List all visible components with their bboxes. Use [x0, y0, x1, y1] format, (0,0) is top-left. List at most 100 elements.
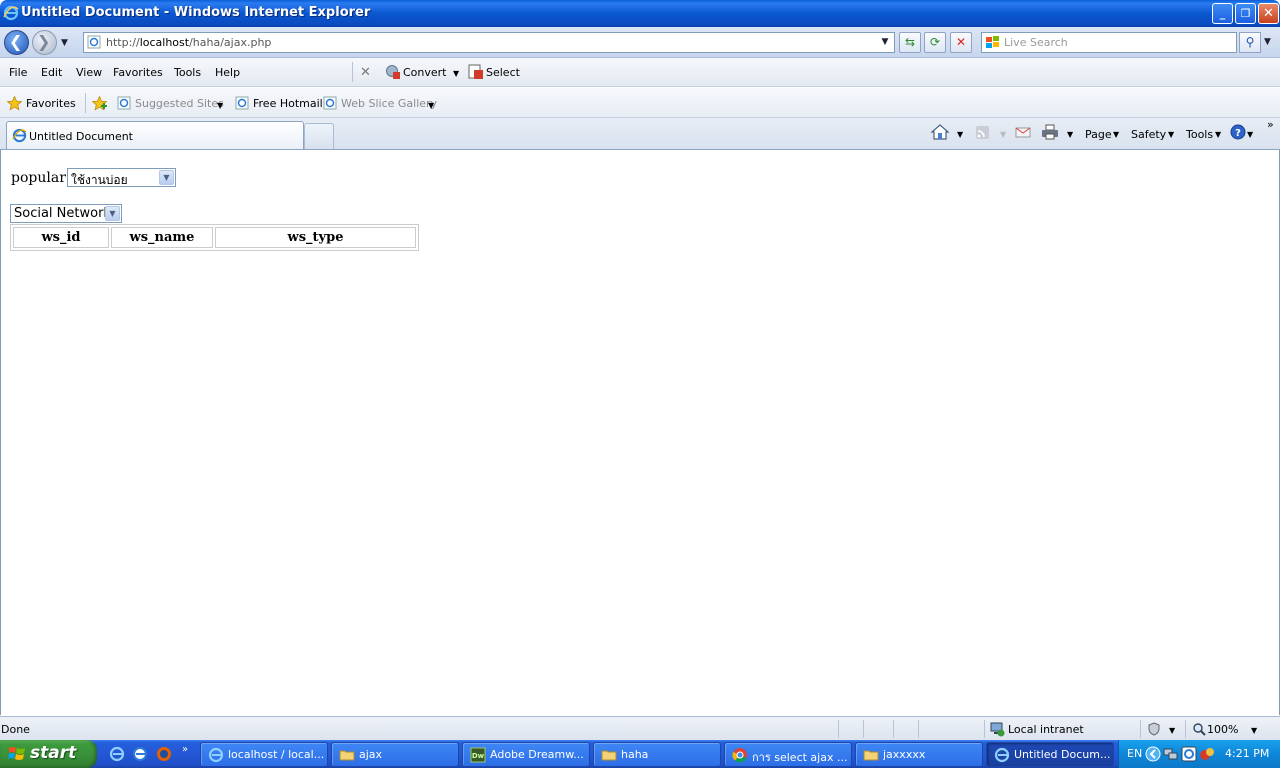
search-button[interactable]: ⚲ [1239, 32, 1261, 53]
convert-icon [386, 65, 400, 79]
page-icon [87, 35, 101, 49]
address-dropdown-icon[interactable]: ▼ [877, 34, 893, 51]
dreamweaver-icon: Dw [470, 747, 486, 763]
tray-collapse-icon[interactable] [1145, 746, 1161, 762]
popular-label: popular : [11, 170, 76, 186]
menu-view[interactable]: View [76, 66, 102, 79]
taskbar: start » localhost / local... ajax Dw Ado… [0, 740, 1280, 768]
home-dropdown-icon[interactable]: ▼ [957, 130, 963, 139]
menu-edit[interactable]: Edit [41, 66, 62, 79]
menu-file[interactable]: File [9, 66, 27, 79]
network-icon[interactable] [1163, 746, 1179, 762]
convert-button[interactable]: Convert [403, 66, 447, 79]
home-icon[interactable] [930, 123, 950, 141]
taskbar-item-label: haha [621, 748, 649, 761]
taskbar-item-haha[interactable]: haha [593, 742, 721, 767]
convert-dropdown-icon[interactable]: ▼ [453, 69, 459, 78]
taskbar-item-chrome[interactable]: การ select ajax ... [724, 742, 852, 767]
taskbar-item-untitled-document[interactable]: Untitled Docum... [986, 742, 1114, 767]
forward-button[interactable]: ❯ [32, 30, 57, 55]
window-title: Untitled Document - Windows Internet Exp… [21, 5, 371, 20]
live-search-icon [986, 36, 999, 48]
recent-pages-dropdown-icon[interactable]: ▼ [61, 38, 68, 48]
ie-icon [994, 747, 1010, 763]
suggested-sites-link[interactable]: Suggested Sites [135, 97, 224, 110]
column-header-ws-type: ws_type [215, 227, 416, 248]
menu-favorites[interactable]: Favorites [113, 66, 163, 79]
security-zone[interactable]: Local intranet [1008, 723, 1084, 736]
back-arrow-icon: ❮ [9, 32, 23, 51]
protected-mode-dropdown-icon[interactable]: ▼ [1169, 726, 1175, 735]
new-tab-button[interactable] [304, 123, 334, 149]
divider [893, 720, 894, 738]
feeds-icon[interactable] [973, 123, 993, 141]
firefox-icon[interactable] [156, 746, 172, 762]
divider [838, 720, 839, 738]
print-icon[interactable] [1040, 123, 1060, 141]
print-dropdown-icon[interactable]: ▼ [1067, 130, 1073, 139]
compatibility-view-icon[interactable]: ⇆ [899, 32, 921, 53]
help-icon[interactable]: ? [1228, 123, 1248, 141]
search-options-dropdown-icon[interactable]: ▼ [1264, 37, 1271, 47]
favorites-button[interactable]: Favorites [26, 97, 76, 110]
divider [85, 93, 86, 113]
language-indicator[interactable]: EN [1127, 747, 1142, 760]
ie-icon [12, 128, 27, 143]
taskbar-item-dreamweaver[interactable]: Dw Adobe Dreamw... [462, 742, 590, 767]
ie-icon [3, 5, 19, 21]
address-bar[interactable]: http://localhost/haha/ajax.php ▼ [83, 32, 895, 53]
help-dropdown-icon[interactable]: ▼ [1247, 130, 1253, 139]
zoom-dropdown-icon[interactable]: ▼ [1251, 726, 1257, 735]
column-header-ws-id: ws_id [13, 227, 109, 248]
tools-menu-button[interactable]: Tools [1186, 128, 1213, 141]
minimize-button[interactable]: _ [1212, 3, 1233, 24]
zoom-level[interactable]: 100% [1207, 723, 1238, 736]
clock: 4:21 PM [1225, 747, 1270, 760]
stop-icon[interactable]: ✕ [950, 32, 972, 53]
taskbar-item-ajax[interactable]: ajax [331, 742, 459, 767]
refresh-icon[interactable]: ⟳ [924, 32, 946, 53]
quicklaunch-more-icon[interactable]: » [182, 744, 188, 755]
menu-help[interactable]: Help [215, 66, 240, 79]
protected-mode-icon[interactable] [1147, 722, 1161, 736]
page-dropdown-icon[interactable]: ▼ [1113, 130, 1119, 139]
local-intranet-icon [990, 722, 1005, 737]
suggested-sites-dropdown-icon[interactable]: ▼ [217, 101, 223, 110]
ie-quicklaunch-icon-2[interactable] [132, 746, 148, 762]
mail-icon[interactable] [1013, 123, 1033, 141]
divider [984, 720, 985, 738]
taskbar-item-jaxxxxx[interactable]: jaxxxxx [855, 742, 983, 767]
tab-untitled-document[interactable]: Untitled Document [6, 121, 304, 149]
category-select[interactable]: Social Network ▼ [10, 204, 122, 223]
maximize-button[interactable]: ❐ [1235, 3, 1256, 24]
safety-dropdown-icon[interactable]: ▼ [1168, 130, 1174, 139]
feeds-dropdown-icon[interactable]: ▼ [1000, 130, 1006, 139]
taskbar-item-localhost[interactable]: localhost / local... [200, 742, 328, 767]
menu-tools[interactable]: Tools [174, 66, 201, 79]
web-slice-dropdown-icon[interactable]: ▼ [428, 101, 434, 110]
power-icon[interactable] [1181, 746, 1197, 762]
back-button[interactable]: ❮ [4, 30, 29, 55]
web-slice-gallery-link[interactable]: Web Slice Gallery [341, 97, 437, 110]
zoom-icon[interactable] [1192, 722, 1206, 736]
ie-quicklaunch-icon[interactable] [109, 746, 125, 762]
close-toolbar-icon[interactable]: ✕ [360, 65, 371, 80]
more-chevron-icon[interactable]: » [1267, 118, 1274, 131]
add-to-favorites-icon[interactable] [92, 96, 108, 111]
popular-select[interactable]: ใช้งานบ่อย ▼ [67, 168, 176, 187]
safety-menu-button[interactable]: Safety [1131, 128, 1166, 141]
page-menu-button[interactable]: Page [1085, 128, 1112, 141]
start-button[interactable]: start [0, 740, 97, 768]
taskbar-item-label: jaxxxxx [883, 748, 926, 761]
search-box[interactable]: Live Search [981, 32, 1237, 53]
column-header-ws-name: ws_name [111, 227, 213, 248]
ie-icon [208, 747, 224, 763]
system-tray: EN 4:21 PM [1118, 740, 1280, 768]
security-alert-icon[interactable] [1199, 746, 1215, 762]
free-hotmail-link[interactable]: Free Hotmail [253, 97, 323, 110]
menu-bar: File Edit View Favorites Tools Help ✕ Co… [0, 58, 1280, 87]
favorites-bar: Favorites Suggested Sites ▼ Free Hotmail… [0, 88, 1280, 118]
close-button[interactable]: ✕ [1258, 3, 1279, 24]
select-button[interactable]: Select [486, 66, 520, 79]
tools-dropdown-icon[interactable]: ▼ [1215, 130, 1221, 139]
